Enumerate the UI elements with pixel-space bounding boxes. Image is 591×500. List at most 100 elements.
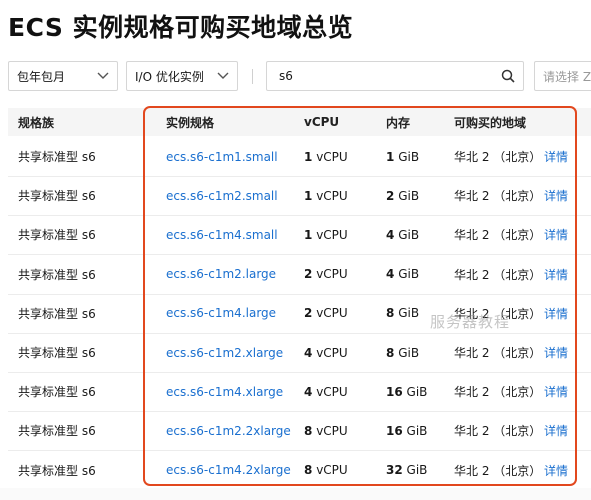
table-row: 共享标准型 s6 ecs.s6-c1m1.small 1 vCPU 1 GiB 华北 2… xyxy=(8,137,591,177)
vcpu-count: 1 xyxy=(304,149,313,164)
memory-unit: GiB xyxy=(406,423,428,438)
row-region: 华北 2 （北京） xyxy=(454,346,542,360)
search-icon[interactable] xyxy=(501,69,515,83)
row-vcpu: 1 vCPU xyxy=(304,215,348,254)
billing-select[interactable]: 包年包月 xyxy=(8,61,118,91)
table-row: 共享标准型 s6 ecs.s6-c1m2.large 2 vCPU 4 GiB 华北 2… xyxy=(8,255,591,295)
memory-amount: 32 xyxy=(386,463,403,478)
row-memory: 2 GiB xyxy=(386,176,419,215)
vcpu-unit: vCPU xyxy=(316,149,348,164)
io-select[interactable]: I/O 优化实例 xyxy=(126,61,238,91)
row-vcpu: 8 vCPU xyxy=(304,411,348,450)
memory-unit: GiB xyxy=(398,267,420,282)
detail-link[interactable]: 详情 xyxy=(544,372,568,411)
row-vcpu: 4 vCPU xyxy=(304,333,348,372)
row-family: 共享标准型 s6 xyxy=(18,424,96,439)
memory-unit: GiB xyxy=(398,345,420,360)
row-region: 华北 2 （北京） xyxy=(454,424,542,439)
spec-link[interactable]: ecs.s6-c1m2.xlarge xyxy=(166,333,283,372)
detail-link[interactable]: 详情 xyxy=(544,215,568,254)
memory-unit: GiB xyxy=(406,384,428,399)
row-region: 华北 2 （北京） xyxy=(454,463,542,478)
vcpu-unit: vCPU xyxy=(316,463,348,478)
row-region: 华北 2 （北京） xyxy=(454,228,542,243)
detail-link[interactable]: 详情 xyxy=(544,294,568,333)
vcpu-unit: vCPU xyxy=(316,345,348,360)
vcpu-unit: vCPU xyxy=(316,384,348,399)
vcpu-count: 2 xyxy=(304,267,313,282)
table-row: 共享标准型 s6 ecs.s6-c1m4.2xlarge 8 vCPU 32 GiB 华… xyxy=(8,451,591,491)
chevron-down-icon xyxy=(97,72,109,79)
table-row: 共享标准型 s6 ecs.s6-c1m2.xlarge 4 vCPU 8 GiB 华北 … xyxy=(8,333,591,373)
memory-unit: GiB xyxy=(398,227,420,242)
row-memory: 8 GiB xyxy=(386,294,419,333)
header-family: 规格族 xyxy=(18,115,55,130)
spec-link[interactable]: ecs.s6-c1m1.small xyxy=(166,137,278,176)
search-input-value: s6 xyxy=(279,69,293,83)
row-family: 共享标准型 s6 xyxy=(18,150,96,164)
memory-amount: 16 xyxy=(386,384,403,399)
row-memory: 4 GiB xyxy=(386,215,419,254)
spec-link[interactable]: ecs.s6-c1m2.small xyxy=(166,176,278,215)
region-select[interactable]: 请选择 Z xyxy=(534,61,591,91)
row-region: 华北 2 （北京） xyxy=(454,385,542,400)
filter-divider xyxy=(252,69,253,84)
memory-amount: 8 xyxy=(386,306,395,321)
search-input[interactable]: s6 xyxy=(266,61,524,91)
row-family: 共享标准型 s6 xyxy=(18,346,96,360)
table-row: 共享标准型 s6 ecs.s6-c1m4.small 1 vCPU 4 GiB 华北 2… xyxy=(8,215,591,256)
row-region: 华北 2 （北京） xyxy=(454,189,542,204)
vcpu-unit: vCPU xyxy=(316,227,348,242)
row-family: 共享标准型 s6 xyxy=(18,463,96,478)
vcpu-unit: vCPU xyxy=(316,306,348,321)
vcpu-count: 2 xyxy=(304,306,313,321)
memory-amount: 1 xyxy=(386,149,395,164)
memory-amount: 4 xyxy=(386,227,395,242)
detail-link[interactable]: 详情 xyxy=(544,333,568,372)
spec-link[interactable]: ecs.s6-c1m4.small xyxy=(166,215,278,254)
region-select-placeholder: 请选择 Z xyxy=(543,69,591,84)
detail-link[interactable]: 详情 xyxy=(544,176,568,215)
vcpu-count: 8 xyxy=(304,423,313,438)
row-memory: 1 GiB xyxy=(386,137,419,176)
detail-link[interactable]: 详情 xyxy=(544,451,568,490)
spec-link[interactable]: ecs.s6-c1m2.large xyxy=(166,255,276,294)
detail-link[interactable]: 详情 xyxy=(544,411,568,450)
spec-link[interactable]: ecs.s6-c1m4.large xyxy=(166,294,276,333)
row-family: 共享标准型 s6 xyxy=(18,267,96,282)
vcpu-count: 8 xyxy=(304,463,313,478)
row-memory: 32 GiB xyxy=(386,451,427,490)
memory-amount: 8 xyxy=(386,345,395,360)
detail-link[interactable]: 详情 xyxy=(544,137,568,176)
row-vcpu: 1 vCPU xyxy=(304,137,348,176)
spec-link[interactable]: ecs.s6-c1m4.xlarge xyxy=(166,372,283,411)
watermark: 服务器教程 xyxy=(430,313,511,331)
vcpu-count: 4 xyxy=(304,384,313,399)
vcpu-unit: vCPU xyxy=(316,188,348,203)
row-vcpu: 1 vCPU xyxy=(304,176,348,215)
io-select-value: I/O 优化实例 xyxy=(135,69,204,84)
header-regions: 可购买的地域 xyxy=(454,115,527,130)
memory-amount: 4 xyxy=(386,267,395,282)
row-vcpu: 2 vCPU xyxy=(304,255,348,294)
row-family: 共享标准型 s6 xyxy=(18,306,96,321)
row-vcpu: 8 vCPU xyxy=(304,451,348,490)
vcpu-count: 1 xyxy=(304,188,313,203)
row-family: 共享标准型 s6 xyxy=(18,228,96,243)
table-row: 共享标准型 s6 ecs.s6-c1m2.2xlarge 8 vCPU 16 GiB 华… xyxy=(8,411,591,452)
chevron-down-icon xyxy=(217,72,229,79)
row-region: 华北 2 （北京） xyxy=(454,267,542,282)
memory-unit: GiB xyxy=(406,463,428,478)
row-memory: 16 GiB xyxy=(386,411,427,450)
vcpu-count: 1 xyxy=(304,227,313,242)
spec-link[interactable]: ecs.s6-c1m2.2xlarge xyxy=(166,411,291,450)
row-memory: 4 GiB xyxy=(386,255,419,294)
row-family: 共享标准型 s6 xyxy=(18,189,96,204)
row-family: 共享标准型 s6 xyxy=(18,385,96,400)
billing-select-value: 包年包月 xyxy=(17,69,66,84)
spec-link[interactable]: ecs.s6-c1m4.2xlarge xyxy=(166,451,291,490)
table-row: 共享标准型 s6 ecs.s6-c1m2.small 1 vCPU 2 GiB 华北 2… xyxy=(8,176,591,217)
memory-amount: 16 xyxy=(386,423,403,438)
detail-link[interactable]: 详情 xyxy=(544,255,568,294)
row-vcpu: 4 vCPU xyxy=(304,372,348,411)
